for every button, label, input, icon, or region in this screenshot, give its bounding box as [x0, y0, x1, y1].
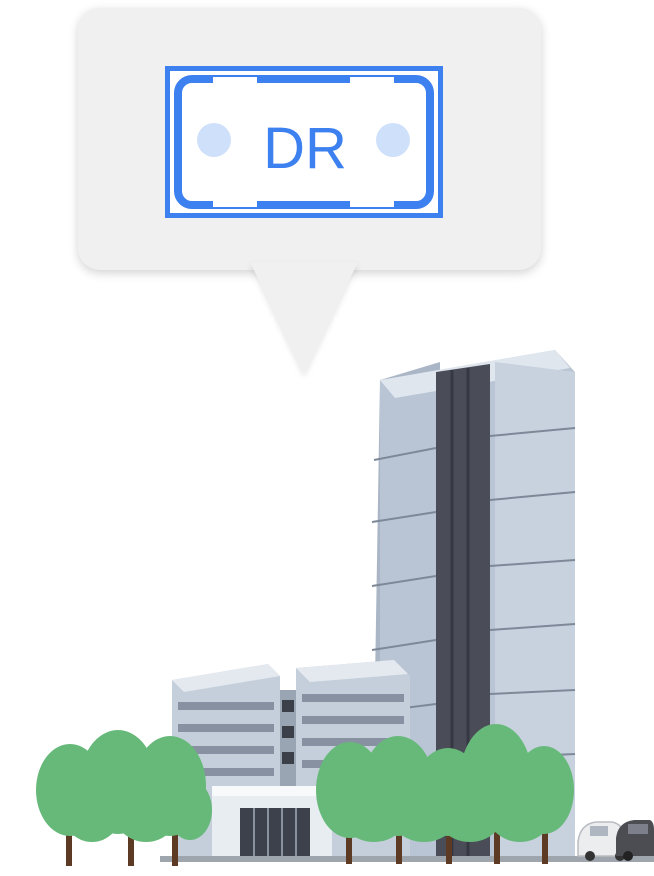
license-plate-text: DR	[263, 116, 347, 181]
car-icon	[577, 820, 654, 861]
ground	[160, 856, 654, 862]
